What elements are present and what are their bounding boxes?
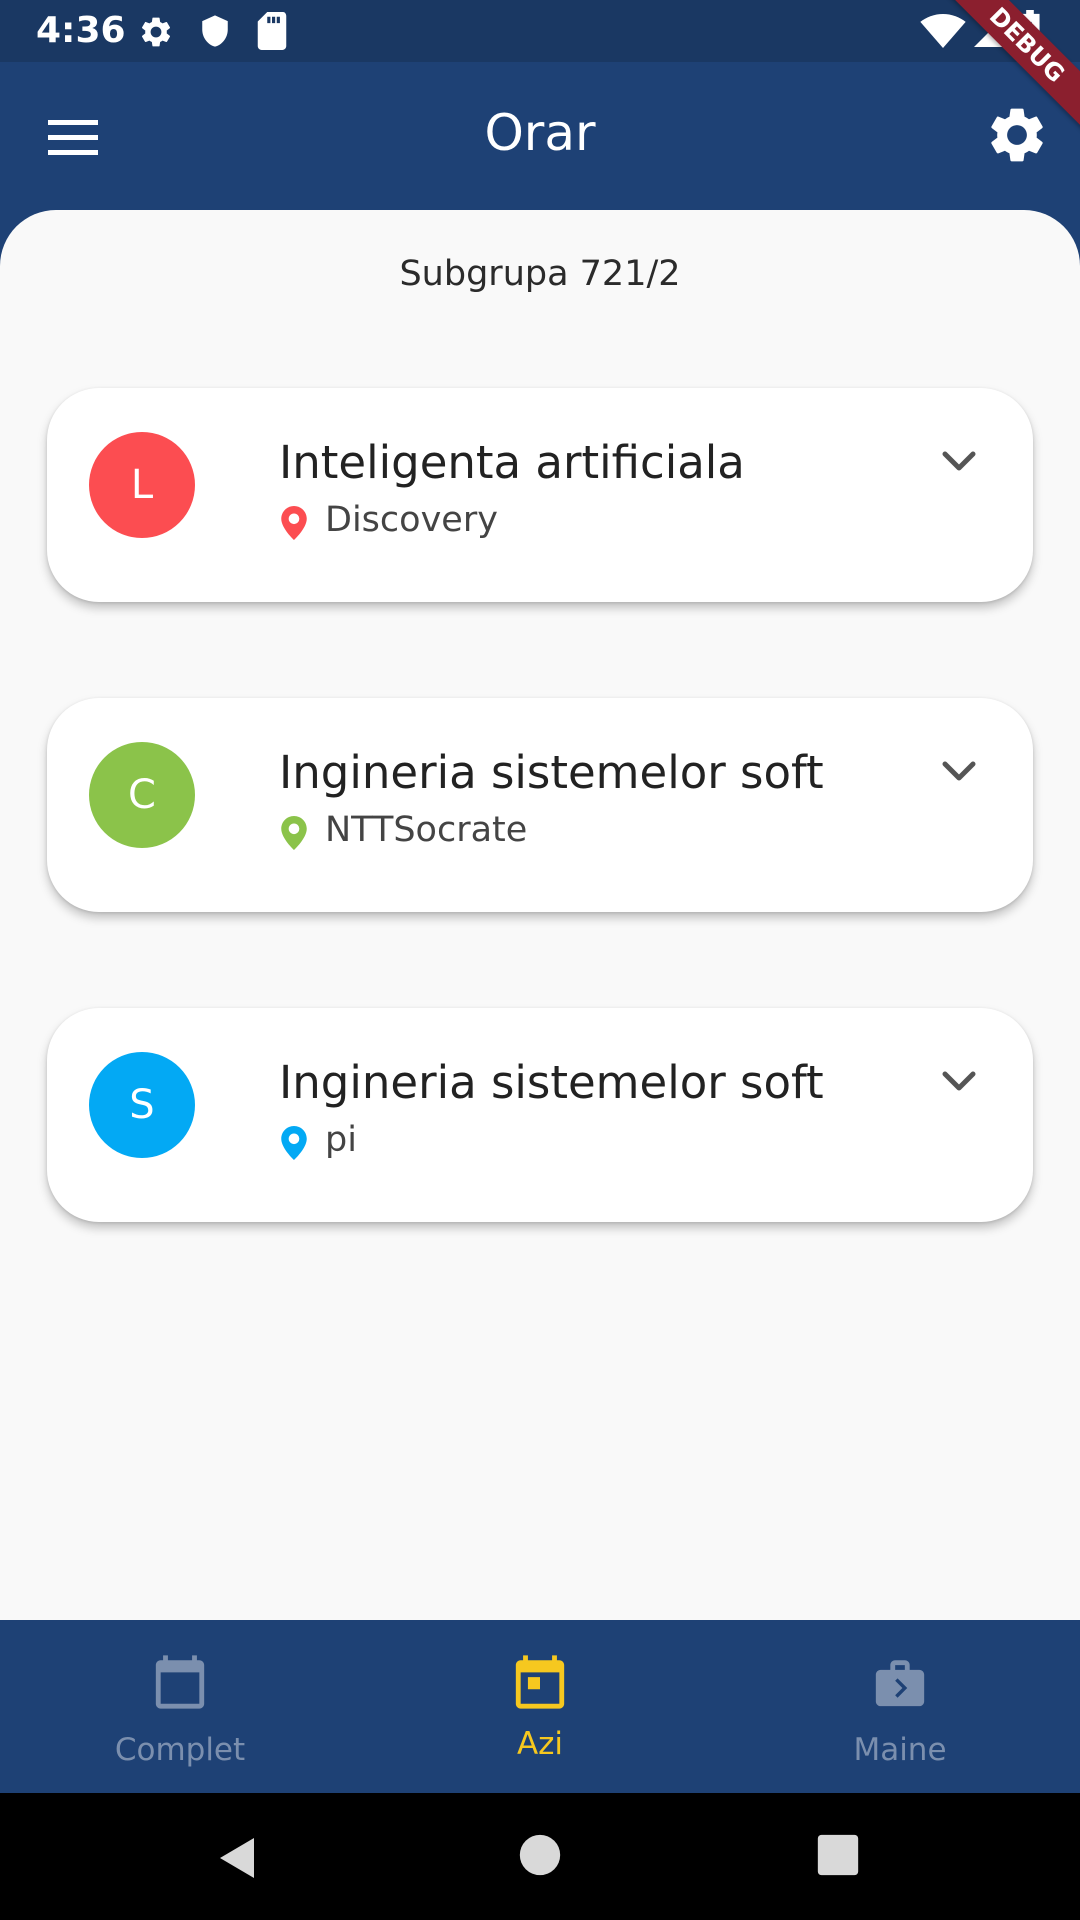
- course-location: NTTSocrate: [325, 810, 528, 850]
- chevron-down-icon[interactable]: [939, 446, 979, 476]
- settings-button[interactable]: [984, 102, 1050, 168]
- settings-icon: [141, 17, 171, 47]
- nav-item-maine[interactable]: Maine: [720, 1620, 1080, 1793]
- next-week-icon: [875, 1660, 925, 1707]
- course-avatar: C: [89, 742, 195, 848]
- course-title: Ingineria sistemelor soft: [279, 1056, 824, 1109]
- shield-icon: [202, 15, 228, 47]
- location-pin-icon: [281, 816, 307, 850]
- page-title: Orar: [484, 104, 596, 162]
- course-location: Discovery: [325, 500, 498, 540]
- wifi-icon: [920, 14, 966, 48]
- schedule-content: Subgrupa 721/2 L Inteligenta artificiala…: [0, 210, 1080, 1620]
- course-card[interactable]: C Ingineria sistemelor soft NTTSocrate: [47, 698, 1033, 912]
- course-location: pi: [325, 1120, 357, 1160]
- calendar-today-icon: [515, 1655, 565, 1709]
- calendar-icon: [155, 1655, 205, 1709]
- status-time: 4:36: [36, 10, 126, 51]
- nav-label-complet: Complet: [114, 1732, 246, 1768]
- location-pin-icon: [281, 1126, 307, 1160]
- app-bar: Orar: [0, 62, 1080, 212]
- chevron-down-icon[interactable]: [939, 1066, 979, 1096]
- chevron-down-icon[interactable]: [939, 756, 979, 786]
- gear-icon: [991, 108, 1043, 162]
- nav-item-azi[interactable]: Azi: [360, 1620, 720, 1793]
- system-navigation-bar: [0, 1793, 1080, 1920]
- back-icon[interactable]: [214, 1833, 262, 1883]
- recents-icon[interactable]: [816, 1833, 860, 1877]
- screen: 4:36 Orar DEBUG Subgrupa 721/2 L Intelig…: [0, 0, 1080, 1920]
- subgroup-label: Subgrupa 721/2: [399, 254, 681, 294]
- nav-label-azi: Azi: [516, 1726, 564, 1762]
- course-avatar: L: [89, 432, 195, 538]
- course-title: Ingineria sistemelor soft: [279, 746, 824, 799]
- home-icon[interactable]: [518, 1833, 562, 1877]
- nav-item-complet[interactable]: Complet: [0, 1620, 360, 1793]
- course-card[interactable]: L Inteligenta artificiala Discovery: [47, 388, 1033, 602]
- sd-card-icon: [257, 12, 287, 50]
- bottom-navigation: Complet Azi Maine: [0, 1620, 1080, 1793]
- course-card[interactable]: S Ingineria sistemelor soft pi: [47, 1008, 1033, 1222]
- nav-label-maine: Maine: [853, 1732, 947, 1768]
- course-avatar: S: [89, 1052, 195, 1158]
- course-title: Inteligenta artificiala: [279, 436, 745, 489]
- status-bar: 4:36: [0, 0, 1080, 62]
- location-pin-icon: [281, 506, 307, 540]
